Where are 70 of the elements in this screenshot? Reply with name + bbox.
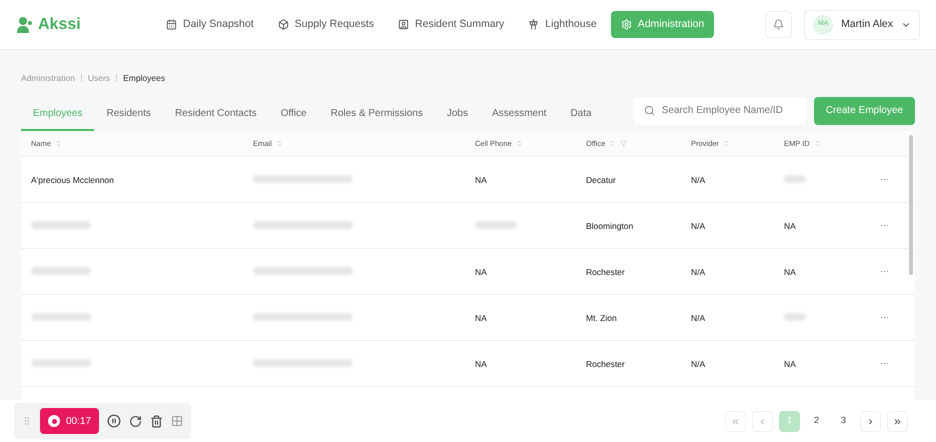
tab[interactable]: Residents: [94, 106, 163, 131]
sort-icon[interactable]: [609, 140, 616, 147]
tab[interactable]: Resident Contacts: [162, 106, 269, 131]
nav-tab[interactable]: Lighthouse: [518, 11, 607, 38]
pause-icon[interactable]: [107, 414, 122, 428]
row-menu-button[interactable]: ···: [880, 356, 889, 370]
tower-icon: [528, 19, 540, 30]
sort-icon[interactable]: [55, 140, 62, 147]
restart-icon[interactable]: [129, 414, 142, 428]
table-cell: NA: [784, 221, 796, 232]
blurred-text: [475, 221, 517, 230]
table-cell: N/A: [691, 221, 706, 232]
search-field[interactable]: Search Employee Name/ID: [634, 96, 806, 125]
stop-recording-button[interactable]: 00:17: [40, 408, 100, 434]
trash-icon[interactable]: [150, 414, 164, 428]
nav-tab[interactable]: Supply Requests: [268, 11, 384, 38]
calendar-icon: [166, 19, 177, 30]
sort-icon[interactable]: [722, 140, 730, 147]
bell-icon: [773, 19, 784, 30]
breadcrumb-link[interactable]: Employees: [123, 72, 166, 85]
stop-icon: [48, 415, 60, 427]
table-cell: Rochester: [586, 267, 625, 278]
row-menu-button[interactable]: ···: [880, 218, 889, 232]
sort-icon[interactable]: [516, 140, 523, 147]
notifications-button[interactable]: [765, 11, 792, 38]
tab[interactable]: Office: [268, 106, 319, 131]
nav-tab[interactable]: Daily Snapshot: [156, 11, 264, 38]
table-cell: N/A: [691, 313, 706, 324]
gear-icon: [620, 19, 632, 30]
sort-icon[interactable]: [814, 140, 821, 147]
user-name: Martin Alex: [841, 16, 893, 32]
blurred-text: [31, 313, 91, 322]
blurred-text: [31, 359, 91, 368]
blurred-text: [784, 175, 806, 184]
row-menu-button[interactable]: ···: [880, 264, 889, 278]
table-cell: N/A: [691, 267, 706, 278]
page-nav-button[interactable]: »: [887, 410, 908, 432]
table-cell: Mt. Zion: [586, 313, 617, 324]
table-cell: Rochester: [586, 359, 625, 370]
filter-icon[interactable]: [620, 140, 628, 147]
search-icon: [644, 104, 655, 116]
table-cell: Bloomington: [586, 221, 634, 232]
blurred-text: [784, 313, 806, 322]
table-cell: NA: [784, 359, 796, 370]
row-menu-button[interactable]: ···: [880, 172, 889, 186]
table-cell: NA: [475, 267, 487, 278]
table-cell: N/A: [691, 175, 706, 186]
table-cell: NA: [475, 175, 487, 186]
box-icon: [278, 19, 289, 30]
logo-text: Akssi: [38, 14, 81, 34]
blurred-text: [31, 221, 91, 230]
table-cell: Decatur: [586, 175, 616, 186]
table-cell: NA: [475, 359, 487, 370]
table-cell: NA: [475, 313, 487, 324]
person-card-icon: [398, 19, 410, 30]
tab[interactable]: Assessment: [480, 106, 558, 131]
tab[interactable]: Roles & Permissions: [318, 106, 435, 131]
tab[interactable]: Jobs: [434, 106, 480, 131]
grid-icon[interactable]: [171, 415, 184, 427]
drag-handle-icon[interactable]: [22, 416, 32, 426]
table-cell: NA: [784, 267, 796, 278]
logo-icon: [16, 16, 34, 34]
table-cell: A'precious Mcclennon: [31, 175, 114, 186]
tab[interactable]: Data: [558, 106, 604, 131]
blurred-text: [31, 267, 91, 276]
nav-tab[interactable]: Resident Summary: [388, 11, 514, 38]
table-cell: N/A: [691, 359, 706, 370]
page-nav-button[interactable]: ›: [860, 410, 881, 432]
row-menu-button[interactable]: ···: [880, 310, 889, 324]
sort-icon[interactable]: [276, 140, 283, 147]
